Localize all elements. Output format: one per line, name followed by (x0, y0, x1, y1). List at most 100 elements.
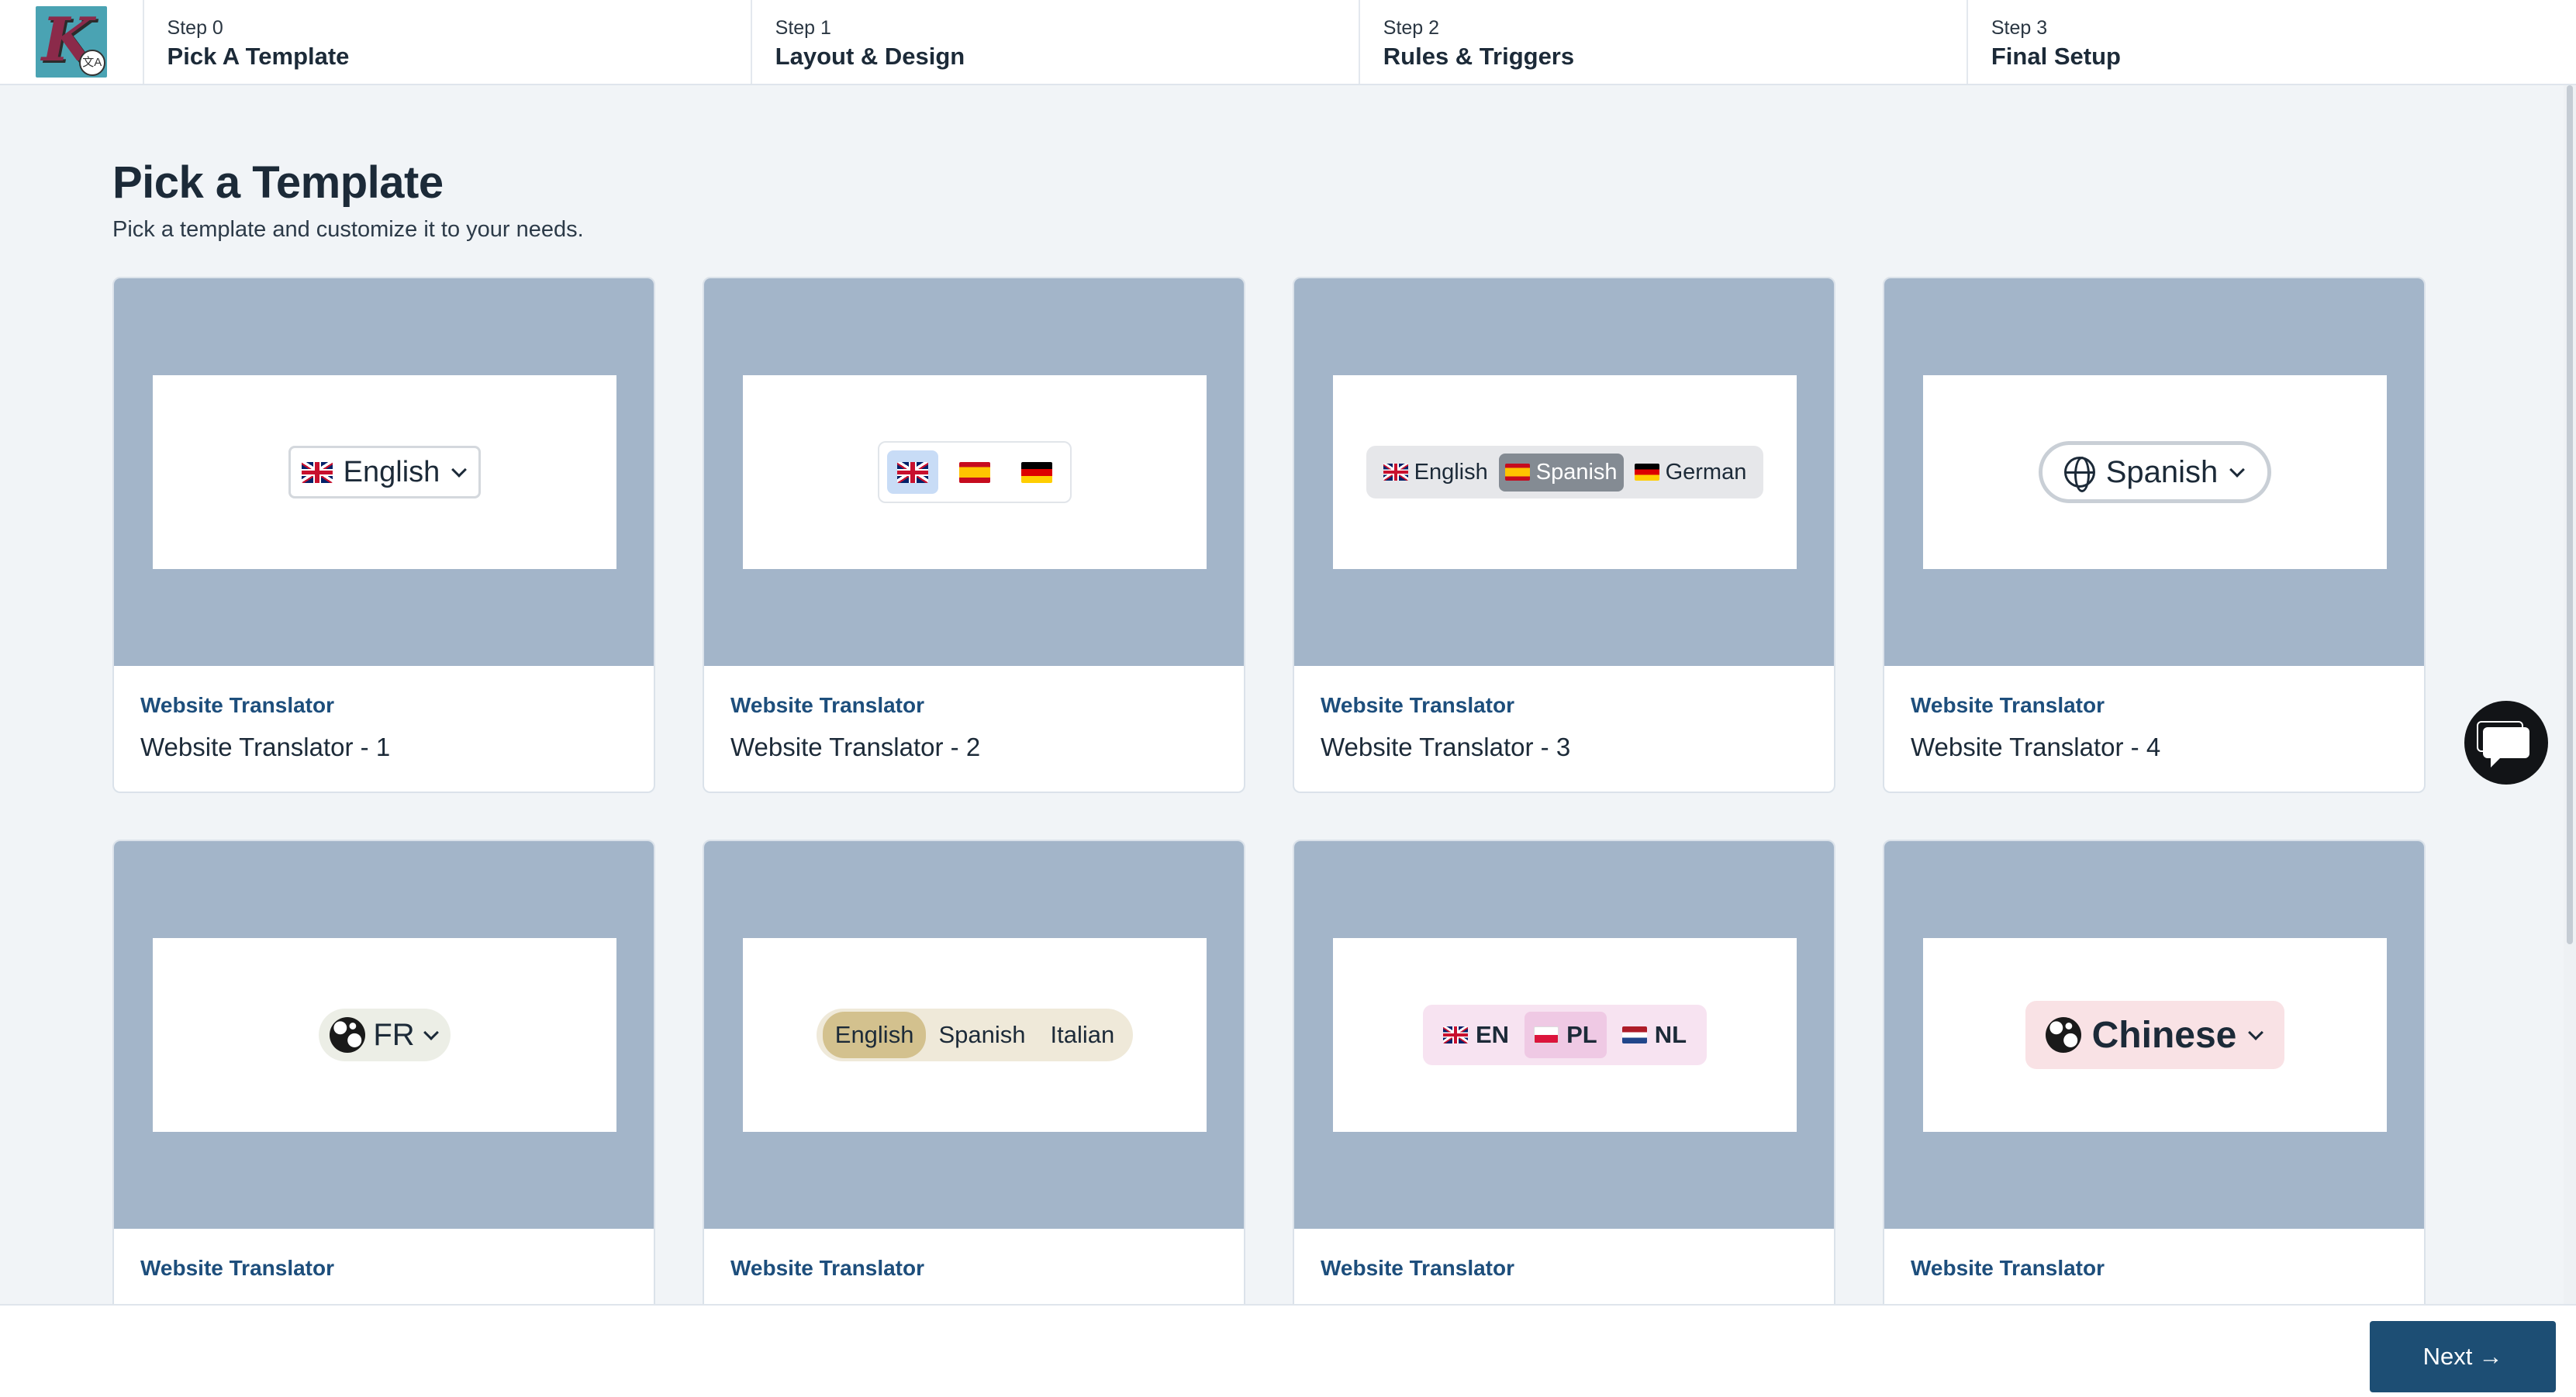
preview-canvas: English Spanish Italian (743, 938, 1207, 1132)
chevron-down-icon (423, 1025, 439, 1040)
uk-flag-icon (1442, 1026, 1468, 1043)
language-option: German (1628, 454, 1753, 492)
language-option-selected: English (822, 1012, 927, 1058)
template-preview: English (114, 278, 654, 666)
step-0[interactable]: Step 0 Pick A Template (144, 0, 752, 84)
template-preview: Spanish (1884, 278, 2424, 666)
preview-canvas: EN PL NL (1333, 938, 1797, 1132)
template-card-7[interactable]: EN PL NL Website Translator (1293, 840, 1835, 1304)
template-category: Website Translator (1911, 693, 2105, 717)
vertical-scrollbar[interactable] (2564, 85, 2576, 1304)
code-switcher-preview: EN PL NL (1422, 1005, 1708, 1065)
step-number: Step 2 (1383, 17, 1440, 39)
language-label: Chinese (2091, 1014, 2237, 1056)
step-title: Layout & Design (775, 43, 965, 70)
earth-globe-icon (330, 1017, 366, 1053)
germany-flag-icon (1634, 464, 1659, 481)
template-category: Website Translator (140, 693, 335, 717)
template-preview (704, 278, 1244, 666)
preview-canvas: English (153, 375, 616, 569)
segmented-switcher-preview: English Spanish German (1366, 446, 1764, 498)
language-option: EN (1434, 1012, 1518, 1058)
language-option: Spanish (938, 1021, 1026, 1048)
globe-dropdown-preview: Spanish (2038, 441, 2272, 503)
language-label: German (1665, 459, 1747, 485)
language-label: EN (1475, 1021, 1510, 1048)
uk-flag-icon (897, 461, 928, 483)
language-option: NL (1613, 1012, 1696, 1058)
step-number: Step 0 (167, 17, 223, 39)
preview-canvas (743, 375, 1207, 569)
bold-dropdown-preview: Chinese (2025, 1001, 2285, 1069)
language-option: Italian (1050, 1021, 1115, 1048)
template-name: Website Translator - 4 (1911, 733, 2161, 761)
template-preview: English Spanish German (1294, 278, 1834, 666)
step-title: Final Setup (1991, 43, 2121, 70)
preview-canvas: English Spanish German (1333, 375, 1797, 569)
earth-dropdown-preview: FR (319, 1009, 451, 1061)
language-option: English (1377, 454, 1494, 492)
language-option-selected: PL (1525, 1012, 1607, 1058)
step-number: Step 1 (775, 17, 831, 39)
template-preview: English Spanish Italian (704, 841, 1244, 1229)
chat-bubble-icon[interactable] (2464, 701, 2548, 785)
spain-flag-icon (1504, 464, 1530, 481)
stepper-header: K 文A Step 0 Pick A Template Step 1 Layou… (0, 0, 2576, 85)
language-label: FR (373, 1017, 415, 1052)
template-category: Website Translator (730, 693, 925, 717)
next-button[interactable]: Next → (2370, 1321, 2556, 1392)
template-category: Website Translator (140, 1256, 335, 1280)
arrow-right-icon: → (2478, 1343, 2503, 1370)
template-category: Website Translator (730, 1256, 925, 1280)
template-card-2[interactable]: Website Translator Website Translator - … (703, 277, 1245, 793)
template-card-5[interactable]: FR Website Translator (112, 840, 655, 1304)
template-category: Website Translator (1321, 1256, 1515, 1280)
preview-canvas: Spanish (1923, 375, 2387, 569)
earth-globe-icon (2045, 1017, 2081, 1053)
flag-option (1011, 450, 1062, 494)
preview-canvas: FR (153, 938, 616, 1132)
chevron-down-icon (2248, 1025, 2264, 1040)
chevron-down-icon (451, 462, 468, 478)
template-card-1[interactable]: English Website Translator Website Trans… (112, 277, 655, 793)
language-label: Spanish (1535, 459, 1618, 485)
germany-flag-icon (1021, 461, 1052, 483)
spain-flag-icon (959, 461, 990, 483)
template-card-3[interactable]: English Spanish German Website Translato… (1293, 277, 1835, 793)
preview-canvas: Chinese (1923, 938, 2387, 1132)
template-card-6[interactable]: English Spanish Italian Website Translat… (703, 840, 1245, 1304)
template-category: Website Translator (1321, 693, 1515, 717)
netherlands-flag-icon (1621, 1026, 1647, 1043)
logo-cell: K 文A (0, 0, 144, 84)
language-label: PL (1566, 1021, 1597, 1048)
footer-bar: Next → (0, 1304, 2576, 1397)
step-1[interactable]: Step 1 Layout & Design (752, 0, 1360, 84)
step-2[interactable]: Step 2 Rules & Triggers (1360, 0, 1968, 84)
flag-option (949, 450, 1000, 494)
chevron-down-icon (2229, 462, 2246, 478)
template-preview: Chinese (1884, 841, 2424, 1229)
uk-flag-icon (1383, 464, 1408, 481)
app-logo-icon[interactable]: K 文A (35, 6, 107, 78)
language-dropdown-preview: English (288, 446, 482, 498)
template-card-4[interactable]: Spanish Website Translator Website Trans… (1883, 277, 2426, 793)
flag-option (887, 450, 938, 494)
page-subtitle: Pick a template and customize it to your… (112, 217, 584, 242)
step-title: Rules & Triggers (1383, 43, 1575, 70)
language-label: NL (1654, 1021, 1687, 1048)
step-3[interactable]: Step 3 Final Setup (1968, 0, 2576, 84)
language-option-selected: Spanish (1498, 453, 1624, 492)
language-label: Spanish (2105, 454, 2219, 489)
template-preview: FR (114, 841, 654, 1229)
step-title: Pick A Template (167, 43, 350, 70)
language-label: English (1414, 459, 1488, 485)
scrollbar-thumb[interactable] (2567, 85, 2573, 944)
template-category: Website Translator (1911, 1256, 2105, 1280)
template-name: Website Translator - 2 (730, 733, 981, 761)
template-gallery: Pick a Template Pick a template and cust… (0, 85, 2564, 1304)
uk-flag-icon (301, 461, 333, 483)
template-card-8[interactable]: Chinese Website Translator (1883, 840, 2426, 1304)
template-name: Website Translator - 3 (1321, 733, 1571, 761)
pill-switcher-preview: English Spanish Italian (816, 1009, 1134, 1061)
step-number: Step 3 (1991, 17, 2048, 39)
